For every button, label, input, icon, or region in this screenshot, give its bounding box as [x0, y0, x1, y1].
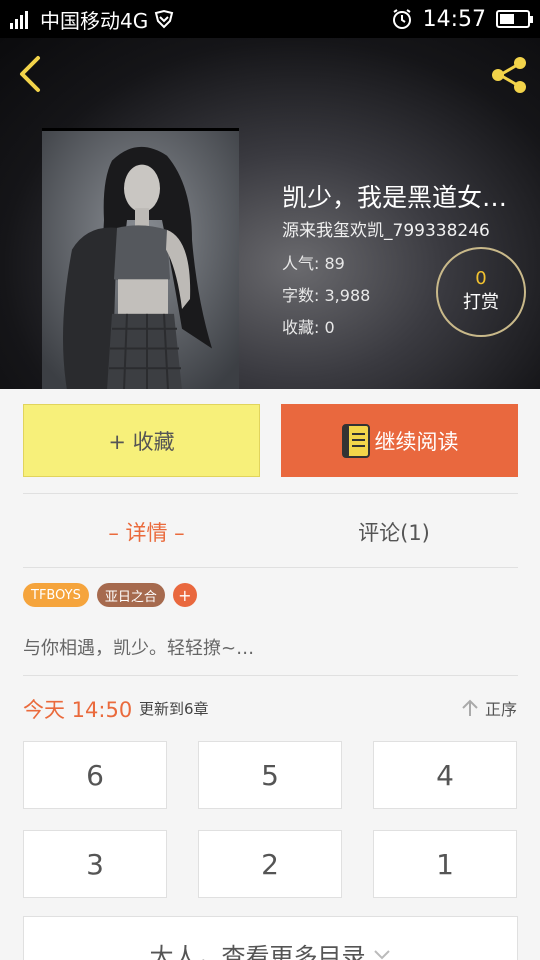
divider — [23, 493, 518, 494]
favorites-value: 0 — [324, 318, 335, 337]
tab-comments-label: 评论(1) — [358, 521, 430, 545]
book-title: 凯少，我是黑道女… — [282, 183, 508, 212]
share-button[interactable] — [488, 54, 530, 96]
share-icon — [492, 57, 526, 93]
favorites-label: 收藏: — [282, 318, 320, 337]
tag-list: TFBOYS 亚日之合 + — [23, 583, 197, 607]
back-button[interactable] — [14, 54, 46, 94]
reward-count: 0 — [475, 268, 487, 289]
chapter-button[interactable]: 5 — [198, 741, 342, 809]
add-tag-button[interactable]: + — [172, 583, 197, 607]
continue-reading-button[interactable]: 继续阅读 — [281, 404, 518, 477]
favorites-stat: 收藏: 0 — [282, 314, 335, 338]
reward-label: 打赏 — [463, 292, 499, 313]
popularity-value: 89 — [324, 254, 345, 273]
status-bar: 中国移动4G 14:57 — [0, 0, 540, 38]
divider — [23, 567, 518, 568]
word-count-value: 3,988 — [324, 286, 371, 305]
chapter-button[interactable]: 2 — [198, 830, 342, 898]
book-summary: 与你相遇，凯少。轻轻撩~… — [23, 638, 255, 659]
chapter-button[interactable]: 6 — [23, 741, 167, 809]
clock-time: 14:57 — [422, 6, 486, 32]
book-header: 凯少，我是黑道女… 源来我玺欢凯_799338246 人气: 89 字数: 3,… — [0, 38, 540, 389]
battery-icon — [496, 10, 533, 28]
wifi-shield-icon — [155, 9, 174, 29]
word-count-label: 字数: — [282, 286, 320, 305]
book-cover — [42, 128, 239, 389]
arrow-up-icon — [462, 699, 478, 716]
popularity-label: 人气: — [282, 254, 320, 273]
sort-order-button[interactable]: 正序 — [461, 696, 517, 720]
book-icon — [341, 423, 370, 458]
chevron-down-icon — [373, 950, 390, 960]
chevron-left-icon — [20, 56, 40, 92]
word-count-stat: 字数: 3,988 — [282, 282, 370, 306]
tag-ya-ri-zhi-he[interactable]: 亚日之合 — [96, 583, 165, 607]
signal-icon — [10, 9, 28, 29]
reward-button[interactable]: 0 打赏 — [436, 247, 526, 337]
chapter-button[interactable]: 3 — [23, 830, 167, 898]
tag-tfboys[interactable]: TFBOYS — [23, 583, 89, 607]
add-to-favorites-button[interactable]: + 收藏 — [23, 404, 260, 477]
view-more-toc-button[interactable]: 大人，查看更多目录 — [23, 916, 518, 960]
tab-details[interactable]: – 详情 – — [23, 510, 270, 554]
sort-order-label: 正序 — [484, 700, 517, 719]
alarm-icon — [392, 9, 411, 29]
popularity-stat: 人气: 89 — [282, 250, 345, 274]
tab-comments[interactable]: 评论(1) — [270, 510, 518, 554]
book-author: 源来我玺欢凯_799338246 — [282, 221, 490, 241]
chapter-button[interactable]: 4 — [373, 741, 517, 809]
network-label: 中国移动4G — [40, 8, 149, 33]
tab-details-label: – 详情 – — [108, 521, 185, 545]
update-time: 今天 14:50 — [23, 698, 133, 722]
cover-image — [42, 131, 239, 389]
divider — [23, 675, 518, 676]
continue-reading-label: 继续阅读 — [374, 429, 459, 454]
add-to-favorites-label: + 收藏 — [108, 429, 175, 454]
view-more-toc-label: 大人，查看更多目录 — [149, 943, 366, 960]
chapter-button[interactable]: 1 — [373, 830, 517, 898]
update-status: 更新到6章 — [139, 700, 209, 718]
